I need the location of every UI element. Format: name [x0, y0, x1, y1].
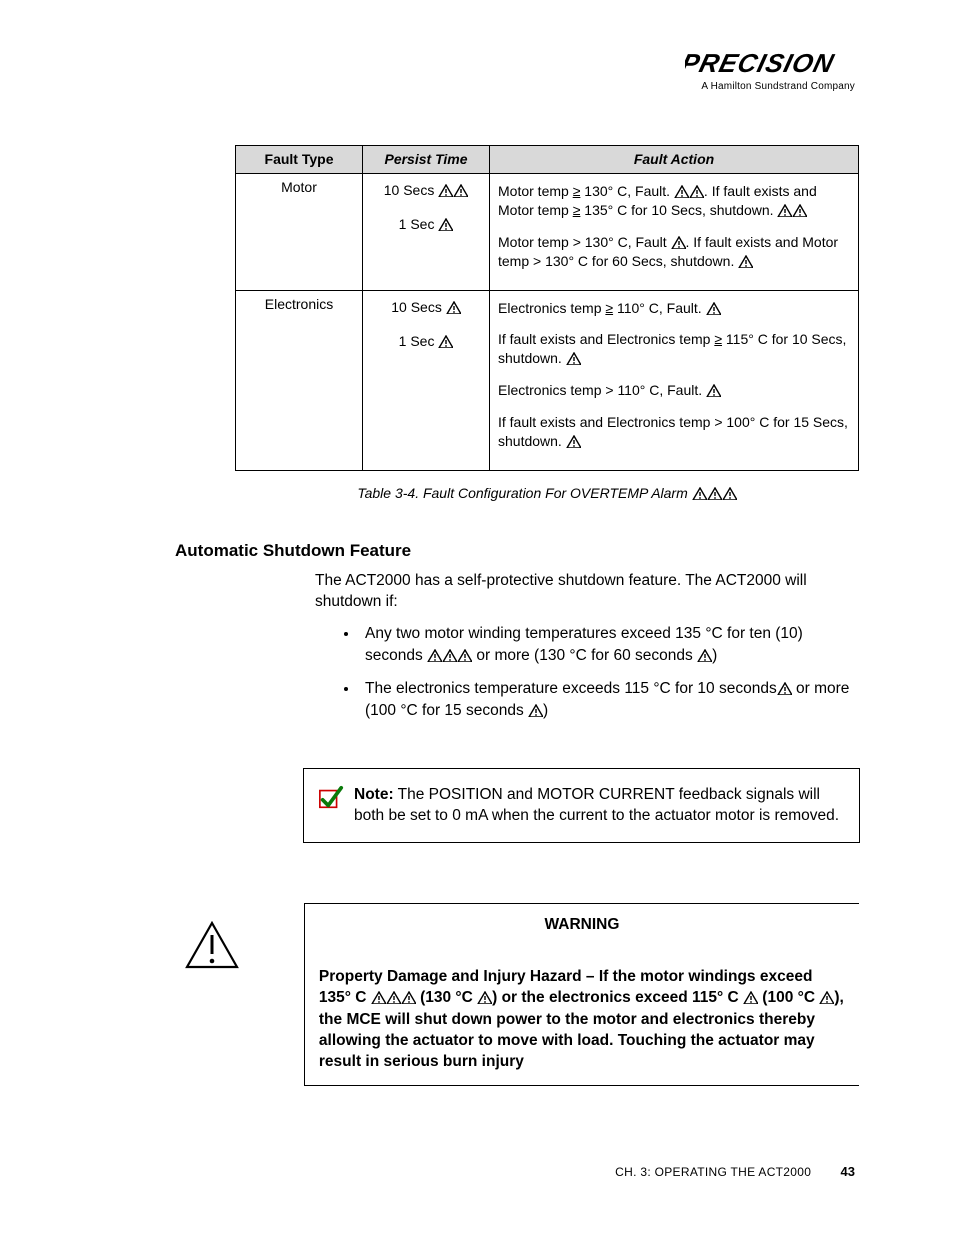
footer-chapter: CH. 3: OPERATING THE ACT2000 — [615, 1165, 811, 1179]
warning-triangle-icon — [671, 236, 686, 249]
warning-triangle-icon — [457, 649, 472, 662]
list-item: The electronics temperature exceeds 115 … — [359, 678, 860, 723]
warning-triangle-icon — [438, 335, 453, 348]
th-fault-type: Fault Type — [236, 146, 363, 174]
warning-triangle-icon — [528, 704, 543, 717]
svg-text:PRECISION: PRECISION — [685, 50, 837, 78]
warning-triangle-icon — [697, 649, 712, 662]
warning-triangle-icon — [777, 204, 792, 217]
warning-body: Property Damage and Injury Hazard – If t… — [319, 966, 845, 1073]
warning-triangle-icon — [446, 301, 461, 314]
th-persist-time: Persist Time — [363, 146, 490, 174]
warning-triangle-icon — [566, 352, 581, 365]
cell-motor-action: Motor temp ≥ 130° C, Fault. . If fault e… — [490, 174, 859, 291]
warning-triangle-icon — [819, 991, 834, 1004]
warning-triangle-icon — [401, 991, 416, 1004]
warning-triangle-icon — [185, 921, 240, 969]
section-body: The ACT2000 has a self-protective shutdo… — [315, 571, 860, 723]
warning-triangle-icon — [792, 204, 807, 217]
note-label: Note: — [354, 786, 394, 803]
warning-triangle-icon — [453, 184, 468, 197]
checkmark-icon — [318, 785, 344, 811]
warning-triangle-icon — [707, 487, 722, 500]
section-heading: Automatic Shutdown Feature — [175, 541, 859, 561]
brand-tagline: A Hamilton Sundstrand Company — [685, 81, 855, 92]
footer-page-number: 43 — [841, 1164, 855, 1179]
warning-title: WARNING — [319, 914, 845, 935]
table-caption: Table 3-4. Fault Configuration For OVERT… — [235, 485, 859, 501]
warning-triangle-icon — [738, 255, 753, 268]
warning-triangle-icon — [674, 185, 689, 198]
warning-triangle-icon — [371, 991, 386, 1004]
warning-triangle-icon — [438, 218, 453, 231]
warning-triangle-icon — [689, 185, 704, 198]
warning-block: WARNING Property Damage and Injury Hazar… — [95, 903, 859, 1085]
brand-logo: PRECISION A Hamilton Sundstrand Company — [685, 50, 855, 92]
note-box: Note: The POSITION and MOTOR CURRENT fee… — [303, 768, 860, 844]
warning-triangle-icon — [386, 991, 401, 1004]
table-row: Motor 10 Secs 1 Sec Motor temp ≥ 130° C,… — [236, 174, 859, 291]
warning-triangle-icon — [442, 649, 457, 662]
warning-triangle-icon — [706, 384, 721, 397]
warning-triangle-icon — [706, 302, 721, 315]
table-row: Electronics 10 Secs 1 Sec Electronics te… — [236, 290, 859, 470]
cell-motor-type: Motor — [236, 174, 363, 291]
page-footer: CH. 3: OPERATING THE ACT2000 43 — [615, 1164, 855, 1179]
cell-elec-type: Electronics — [236, 290, 363, 470]
warning-triangle-icon — [566, 435, 581, 448]
cell-motor-persist: 10 Secs 1 Sec — [363, 174, 490, 291]
list-item: Any two motor winding temperatures excee… — [359, 623, 860, 668]
th-fault-action: Fault Action — [490, 146, 859, 174]
warning-triangle-icon — [777, 682, 792, 695]
intro-paragraph: The ACT2000 has a self-protective shutdo… — [315, 571, 860, 613]
warning-triangle-icon — [438, 184, 453, 197]
note-body: The POSITION and MOTOR CURRENT feedback … — [354, 786, 839, 824]
warning-triangle-icon — [692, 487, 707, 500]
fault-config-table: Fault Type Persist Time Fault Action Mot… — [235, 145, 859, 471]
warning-triangle-icon — [477, 991, 492, 1004]
precision-logo-icon: PRECISION — [685, 50, 855, 78]
warning-triangle-icon — [722, 487, 737, 500]
cell-elec-action: Electronics temp ≥ 110° C, Fault. If fau… — [490, 290, 859, 470]
cell-elec-persist: 10 Secs 1 Sec — [363, 290, 490, 470]
warning-triangle-icon — [427, 649, 442, 662]
warning-triangle-icon — [743, 991, 758, 1004]
